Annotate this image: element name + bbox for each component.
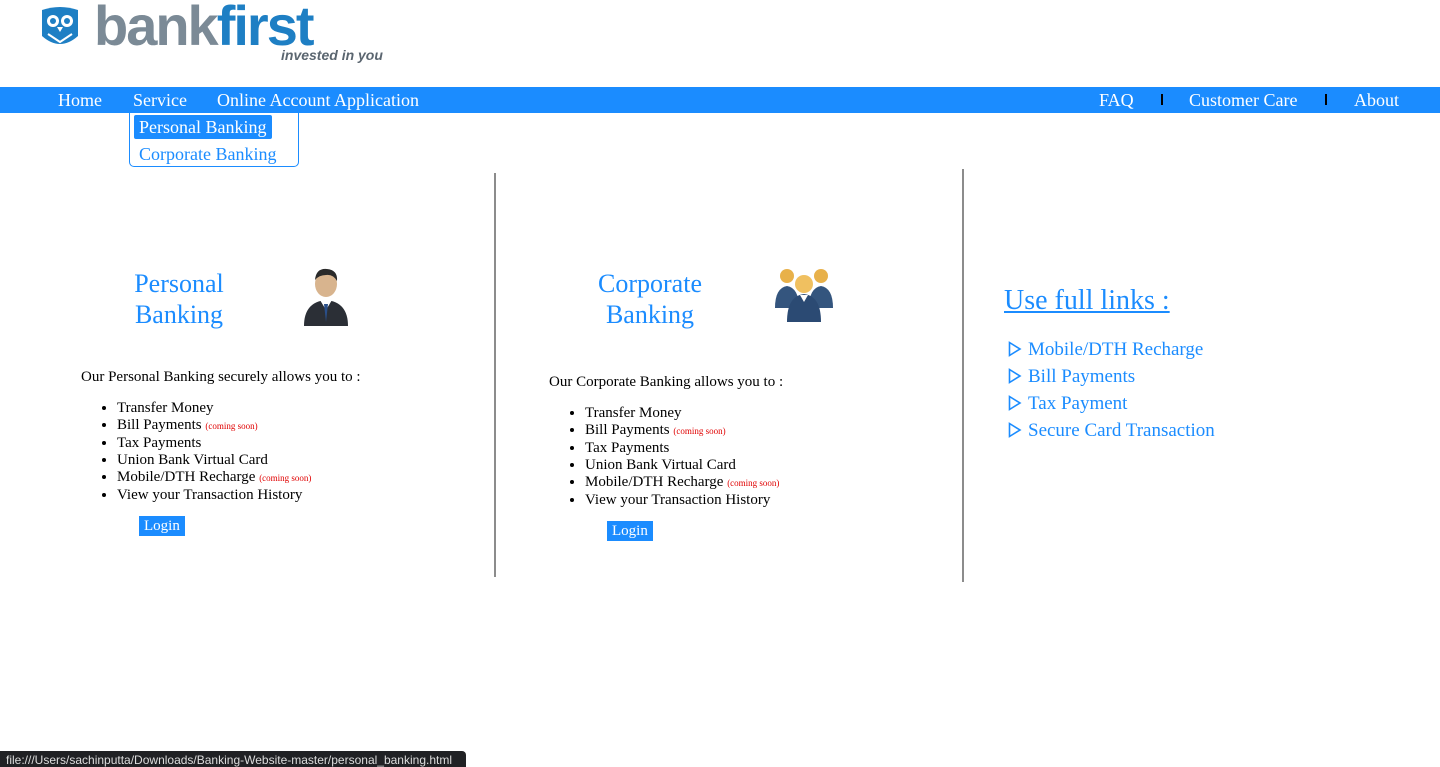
triangle-right-outline-icon bbox=[1008, 368, 1022, 384]
link-label: Tax Payment bbox=[1028, 393, 1128, 414]
list-item: Union Bank Virtual Card bbox=[117, 452, 311, 469]
nav-home[interactable]: Home bbox=[58, 87, 102, 113]
coming-soon-badge: (coming soon) bbox=[673, 426, 726, 436]
link-bill-payments[interactable]: Bill Payments bbox=[1008, 366, 1135, 388]
triangle-right-outline-icon bbox=[1008, 341, 1022, 357]
businessman-icon bbox=[304, 268, 348, 326]
corporate-banking-intro: Our Corporate Banking allows you to : bbox=[549, 374, 784, 390]
personal-login-button[interactable]: Login bbox=[139, 516, 185, 536]
list-item: Union Bank Virtual Card bbox=[585, 457, 779, 474]
dropdown-item-personal-banking[interactable]: Personal Banking bbox=[134, 115, 272, 139]
main-navbar: Home Service Online Account Application … bbox=[0, 87, 1440, 113]
list-item: View your Transaction History bbox=[117, 487, 311, 504]
owl-logo-icon bbox=[42, 7, 78, 44]
dropdown-item-corporate-banking[interactable]: Corporate Banking bbox=[134, 142, 281, 166]
useful-links-title[interactable]: Use full links : bbox=[1004, 285, 1170, 317]
personal-feature-list: Transfer Money Bill Payments (coming soo… bbox=[81, 400, 311, 504]
feature-label: View your Transaction History bbox=[117, 487, 303, 503]
brand-tagline: invested in you bbox=[281, 47, 383, 63]
title-line: Banking bbox=[134, 300, 224, 329]
feature-label: View your Transaction History bbox=[585, 492, 771, 508]
coming-soon-badge: (coming soon) bbox=[205, 421, 258, 431]
bankfirst-logo[interactable]: bankfirst invested in you bbox=[38, 0, 433, 66]
brand-wordmark: bankfirst bbox=[94, 0, 314, 57]
personal-banking-intro: Our Personal Banking securely allows you… bbox=[81, 369, 361, 385]
title-line: Banking bbox=[605, 300, 695, 329]
personal-banking-title: Personal Banking bbox=[118, 268, 240, 330]
nav-service[interactable]: Service bbox=[133, 87, 187, 113]
feature-label: Transfer Money bbox=[117, 400, 214, 416]
list-item: Transfer Money bbox=[117, 400, 311, 417]
triangle-right-outline-icon bbox=[1008, 395, 1022, 411]
title-line: Personal bbox=[134, 269, 224, 298]
column-divider bbox=[962, 169, 964, 582]
feature-label: Mobile/DTH Recharge bbox=[117, 469, 256, 485]
link-label: Mobile/DTH Recharge bbox=[1028, 339, 1204, 360]
link-mobile-dth-recharge[interactable]: Mobile/DTH Recharge bbox=[1008, 339, 1203, 361]
browser-status-bar: file:///Users/sachinputta/Downloads/Bank… bbox=[0, 751, 466, 767]
coming-soon-badge: (coming soon) bbox=[259, 473, 312, 483]
corporate-login-button[interactable]: Login bbox=[607, 521, 653, 541]
nav-faq[interactable]: FAQ bbox=[1099, 87, 1134, 113]
nav-about[interactable]: About bbox=[1354, 87, 1399, 113]
feature-label: Tax Payments bbox=[117, 435, 202, 451]
list-item: Mobile/DTH Recharge (coming soon) bbox=[585, 474, 779, 492]
feature-label: Union Bank Virtual Card bbox=[117, 452, 268, 468]
feature-label: Bill Payments bbox=[117, 417, 202, 433]
link-label: Secure Card Transaction bbox=[1028, 420, 1215, 441]
nav-separator bbox=[1161, 94, 1163, 105]
feature-label: Bill Payments bbox=[585, 422, 670, 438]
column-divider bbox=[494, 173, 496, 577]
coming-soon-badge: (coming soon) bbox=[727, 478, 780, 488]
list-item: Bill Payments (coming soon) bbox=[117, 417, 311, 435]
link-tax-payment[interactable]: Tax Payment bbox=[1008, 393, 1127, 415]
corporate-feature-list: Transfer Money Bill Payments (coming soo… bbox=[549, 405, 779, 509]
list-item: View your Transaction History bbox=[585, 492, 779, 509]
feature-label: Transfer Money bbox=[585, 405, 682, 421]
corporate-banking-title: Corporate Banking bbox=[584, 268, 716, 330]
nav-customer-care[interactable]: Customer Care bbox=[1189, 87, 1297, 113]
feature-label: Tax Payments bbox=[585, 440, 670, 456]
list-item: Tax Payments bbox=[585, 440, 779, 457]
business-group-icon bbox=[775, 269, 833, 322]
feature-label: Mobile/DTH Recharge bbox=[585, 474, 724, 490]
list-item: Tax Payments bbox=[117, 435, 311, 452]
feature-label: Union Bank Virtual Card bbox=[585, 457, 736, 473]
link-label: Bill Payments bbox=[1028, 366, 1136, 387]
service-dropdown-menu: Personal Banking Corporate Banking bbox=[129, 113, 299, 167]
triangle-right-outline-icon bbox=[1008, 422, 1022, 438]
link-secure-card-transaction[interactable]: Secure Card Transaction bbox=[1008, 420, 1215, 442]
nav-online-account-application[interactable]: Online Account Application bbox=[217, 87, 419, 113]
nav-separator bbox=[1325, 94, 1327, 105]
title-line: Corporate bbox=[598, 269, 702, 298]
list-item: Bill Payments (coming soon) bbox=[585, 422, 779, 440]
list-item: Mobile/DTH Recharge (coming soon) bbox=[117, 469, 311, 487]
list-item: Transfer Money bbox=[585, 405, 779, 422]
